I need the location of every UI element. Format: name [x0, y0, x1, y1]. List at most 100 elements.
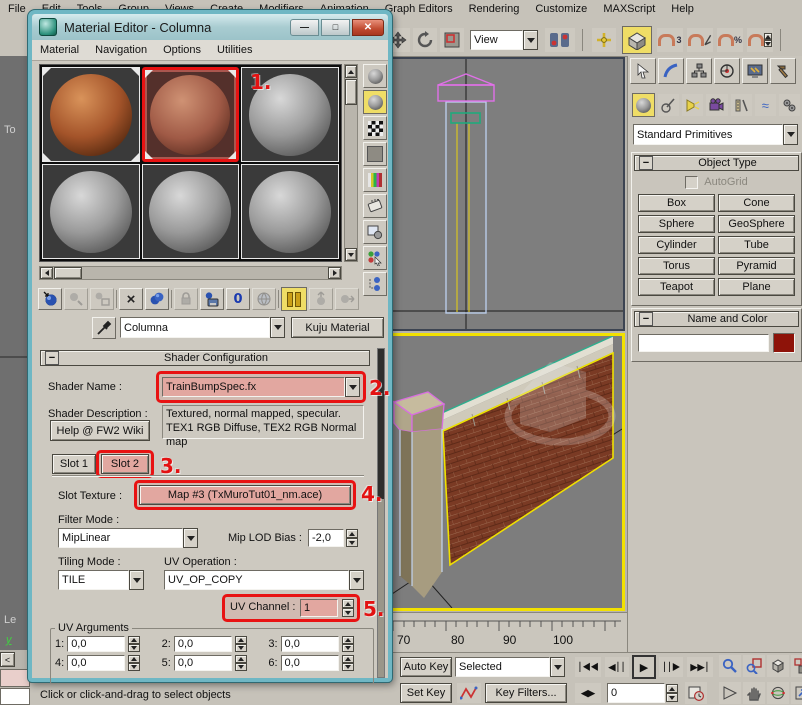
shader-configuration-rollout-header[interactable]: − Shader Configuration	[40, 350, 370, 366]
snaps-toggle-icon[interactable]	[622, 26, 652, 54]
pick-material-from-object-icon[interactable]	[92, 317, 116, 339]
plane-button[interactable]: Plane	[718, 278, 795, 296]
selected-filter-arrow[interactable]	[550, 657, 565, 677]
angle-snap-toggle-icon[interactable]	[687, 28, 713, 52]
set-key-button[interactable]: Set Key	[400, 683, 452, 703]
cylinder-button[interactable]: Cylinder	[638, 236, 715, 254]
uv-channel-spinner[interactable]	[342, 599, 354, 617]
go-to-end-button[interactable]: ▶▶⏐	[687, 657, 713, 677]
spinner-snap-icon[interactable]	[747, 28, 773, 52]
uv-arg-field[interactable]: 0,0	[281, 655, 339, 671]
name-color-rollout-header[interactable]: − Name and Color	[634, 311, 799, 327]
uv-arg-spinner[interactable]	[342, 636, 354, 652]
slot1-tab[interactable]: Slot 1	[52, 454, 96, 474]
sample-slot-empty[interactable]	[42, 164, 140, 259]
uv-arg-field[interactable]: 0,0	[174, 655, 232, 671]
auto-key-button[interactable]: Auto Key	[400, 657, 452, 677]
sample-slot-empty[interactable]	[142, 164, 240, 259]
go-forward-to-sibling-icon[interactable]	[335, 288, 359, 310]
uv-channel-field[interactable]: 1	[300, 599, 338, 617]
torus-button[interactable]: Torus	[638, 257, 715, 275]
show-end-result-icon[interactable]	[281, 287, 307, 311]
shader-name-arrow[interactable]	[345, 377, 360, 397]
current-frame-field[interactable]: 0	[607, 683, 665, 703]
current-frame-spinner[interactable]	[666, 684, 678, 702]
menu-navigation[interactable]: Navigation	[87, 41, 155, 59]
selected-filter-dropdown[interactable]: Selected	[455, 657, 565, 677]
min-max-toggle-icon[interactable]	[791, 682, 802, 704]
tab-display-icon[interactable]	[742, 58, 768, 84]
sample-slot-empty[interactable]	[241, 164, 339, 259]
uv-arg-field[interactable]: 0,0	[174, 636, 232, 652]
material-editor-window[interactable]: Material Editor - Columna — □ ✕ Material…	[28, 10, 392, 682]
mip-lod-bias-field[interactable]: -2,0	[308, 529, 344, 547]
key-mode-toggle-button[interactable]: ◀▶	[575, 683, 601, 703]
material-options-icon[interactable]	[363, 220, 387, 244]
material-editor-titlebar[interactable]: Material Editor - Columna — □ ✕	[32, 14, 388, 41]
uv-arg-field[interactable]: 0,0	[67, 655, 125, 671]
palette-horizontal-scrollbar[interactable]	[39, 266, 342, 280]
percent-snap-icon[interactable]: %	[717, 28, 743, 52]
maximize-button[interactable]: □	[321, 19, 350, 36]
slot2-tab[interactable]: Slot 2	[101, 454, 149, 474]
previous-frame-button[interactable]: ◀⏐⏐	[605, 657, 629, 677]
key-mode-curve-icon[interactable]	[457, 683, 481, 703]
minimize-button[interactable]: —	[290, 19, 319, 36]
key-filters-button[interactable]: Key Filters...	[485, 683, 567, 703]
tab-motion-icon[interactable]	[714, 58, 740, 84]
menu-rendering[interactable]: Rendering	[461, 0, 528, 18]
put-material-to-scene-icon[interactable]	[64, 288, 88, 310]
uv-operation-dropdown[interactable]: UV_OP_COPY	[164, 570, 364, 590]
time-configuration-icon[interactable]	[685, 682, 707, 704]
tiling-mode-dropdown[interactable]: TILE	[58, 570, 144, 590]
select-scale-icon[interactable]	[440, 28, 464, 52]
put-to-library-icon[interactable]	[200, 288, 224, 310]
go-to-start-button[interactable]: ⏐◀◀	[575, 657, 601, 677]
angle-snap-3-icon[interactable]: 3	[657, 28, 683, 52]
material-name-arrow[interactable]	[270, 317, 285, 338]
background-icon[interactable]	[363, 116, 387, 140]
select-by-material-icon[interactable]	[363, 246, 387, 270]
primitive-category-dropdown[interactable]: Standard Primitives	[633, 124, 798, 145]
sphere-button[interactable]: Sphere	[638, 215, 715, 233]
geosphere-button[interactable]: GeoSphere	[718, 215, 795, 233]
sample-uv-tiling-icon[interactable]	[363, 142, 387, 166]
object-color-swatch[interactable]	[773, 333, 795, 353]
collapse-icon[interactable]: −	[45, 351, 59, 365]
material-name-dropdown[interactable]: Columna	[120, 317, 285, 338]
use-pivot-center-icon[interactable]	[545, 28, 575, 52]
make-material-copy-icon[interactable]	[145, 288, 169, 310]
coordsys-dropdown-arrow[interactable]	[523, 30, 538, 50]
get-material-icon[interactable]	[38, 288, 62, 310]
filter-mode-dropdown[interactable]: MipLinear	[58, 528, 198, 548]
lights-category-icon[interactable]	[682, 94, 703, 116]
helpers-category-icon[interactable]	[731, 94, 752, 116]
uv-arg-spinner[interactable]	[128, 655, 140, 671]
sample-slot-columna-selected[interactable]	[142, 67, 240, 162]
zoom-extents-icon[interactable]	[767, 655, 789, 677]
uv-arg-spinner[interactable]	[342, 655, 354, 671]
menu-maxscript[interactable]: MAXScript	[595, 0, 663, 18]
collapse-icon[interactable]: −	[639, 312, 653, 326]
box-button[interactable]: Box	[638, 194, 715, 212]
select-rotate-icon[interactable]	[413, 28, 437, 52]
material-type-button[interactable]: Kuju Material	[291, 317, 384, 338]
timeline-left-scroll-button[interactable]: <	[0, 652, 15, 667]
play-button[interactable]: ▶	[632, 655, 656, 679]
assign-material-to-selection-icon[interactable]	[90, 288, 114, 310]
uv-operation-arrow[interactable]	[349, 570, 364, 590]
teapot-button[interactable]: Teapot	[638, 278, 715, 296]
field-of-view-icon[interactable]	[719, 682, 741, 704]
pyramid-button[interactable]: Pyramid	[718, 257, 795, 275]
maxscript-listener-pink-pane[interactable]	[0, 669, 30, 687]
sample-type-icon[interactable]	[363, 64, 387, 88]
select-manipulate-icon[interactable]	[592, 28, 616, 52]
object-name-field[interactable]	[638, 334, 769, 352]
next-frame-button[interactable]: ⏐⏐▶	[659, 657, 683, 677]
autogrid-checkbox[interactable]	[685, 176, 698, 189]
menu-material[interactable]: Material	[32, 41, 87, 59]
maxscript-listener-white-pane[interactable]	[0, 688, 30, 705]
uv-arg-spinner[interactable]	[235, 655, 247, 671]
menu-help[interactable]: Help	[663, 0, 702, 18]
cameras-category-icon[interactable]	[706, 94, 727, 116]
